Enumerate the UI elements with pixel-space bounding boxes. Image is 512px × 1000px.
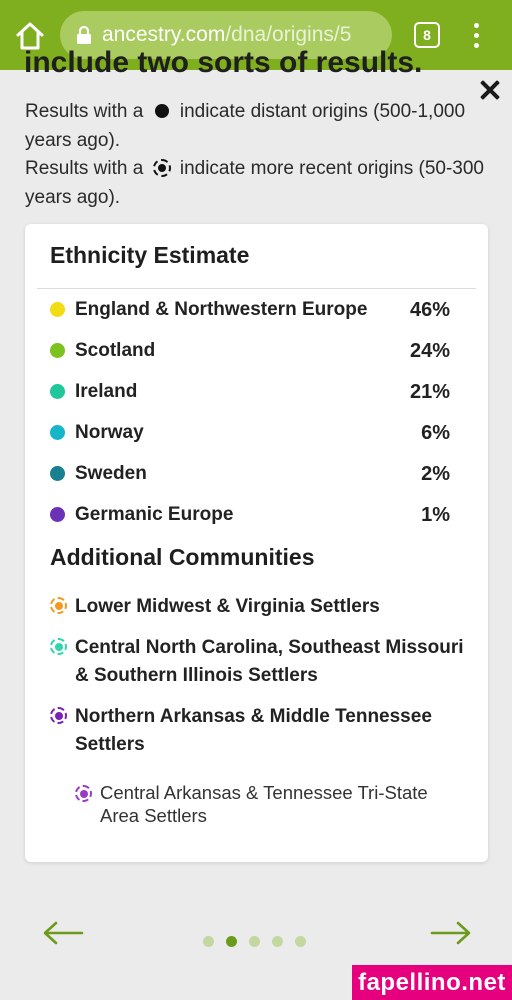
ethnicity-row[interactable]: England & Northwestern Europe 46% <box>25 295 488 325</box>
region-name: England & Northwestern Europe <box>75 299 368 320</box>
region-percent: 2% <box>421 462 450 485</box>
solid-dot-icon <box>154 104 169 118</box>
community-name: Northern Arkansas & Middle Tennessee Set… <box>75 706 432 755</box>
community-dot-icon <box>50 638 67 655</box>
tab-count: 8 <box>423 27 431 43</box>
page-indicator <box>203 936 306 947</box>
dashed-dot-icon <box>152 159 171 177</box>
region-name: Scotland <box>75 340 156 361</box>
page-dot[interactable] <box>295 936 306 947</box>
ethnicity-row[interactable]: Scotland 24% <box>25 336 488 366</box>
region-name: Ireland <box>75 381 138 402</box>
page-dot[interactable] <box>203 936 214 947</box>
region-color-dot <box>50 343 65 358</box>
region-color-dot <box>50 507 65 522</box>
card-title: Ethnicity Estimate <box>50 242 250 268</box>
ethnicity-row[interactable]: Germanic Europe 1% <box>25 500 488 530</box>
ethnicity-row[interactable]: Norway 6% <box>25 418 488 448</box>
communities-title: Additional Communities <box>50 544 315 570</box>
region-percent: 46% <box>409 298 450 321</box>
legend-distant-prefix: Results with a <box>25 101 144 122</box>
community-dot-icon <box>50 597 67 614</box>
legend-distant: Results with a indicate distant origins … <box>25 98 485 155</box>
community-dot-icon <box>75 785 92 802</box>
community-name: Central North Carolina, Southeast Missou… <box>75 637 464 686</box>
results-legend: Results with a indicate distant origins … <box>25 98 485 212</box>
page-dot[interactable] <box>249 936 260 947</box>
region-color-dot <box>50 466 65 481</box>
page-heading: include two sorts of results. <box>24 46 423 79</box>
legend-recent-prefix: Results with a <box>25 158 144 179</box>
next-arrow-icon[interactable] <box>430 920 472 946</box>
page-dot[interactable] <box>226 936 237 947</box>
tab-switcher-button[interactable]: 8 <box>414 22 440 48</box>
region-name: Sweden <box>75 463 147 484</box>
ethnicity-row[interactable]: Ireland 21% <box>25 377 488 407</box>
region-percent: 1% <box>421 503 450 526</box>
url-text: ancestry.com/dna/origins/5 <box>102 23 351 47</box>
region-percent: 24% <box>409 339 450 362</box>
ethnicity-row[interactable]: Sweden 2% <box>25 459 488 489</box>
region-color-dot <box>50 425 65 440</box>
legend-recent: Results with a indicate more recent orig… <box>25 155 485 212</box>
community-dot-icon <box>50 707 67 724</box>
watermark: fapellino.net <box>352 965 512 1000</box>
region-name: Norway <box>75 422 144 443</box>
lock-icon <box>77 25 91 44</box>
url-path: /dna/origins/5 <box>225 23 352 46</box>
region-color-dot <box>50 302 65 317</box>
community-name: Lower Midwest & Virginia Settlers <box>75 596 380 617</box>
ethnicity-card: Ethnicity Estimate England & Northwester… <box>25 224 488 862</box>
previous-arrow-icon[interactable] <box>42 920 84 946</box>
region-percent: 6% <box>421 421 450 444</box>
region-color-dot <box>50 384 65 399</box>
divider <box>37 288 476 289</box>
region-percent: 21% <box>409 380 450 403</box>
region-name: Germanic Europe <box>75 504 234 525</box>
url-host: ancestry.com <box>102 23 226 46</box>
community-name: Central Arkansas & Tennessee Tri-State A… <box>100 782 428 826</box>
page-dot[interactable] <box>272 936 283 947</box>
overflow-menu-icon[interactable] <box>466 20 486 52</box>
